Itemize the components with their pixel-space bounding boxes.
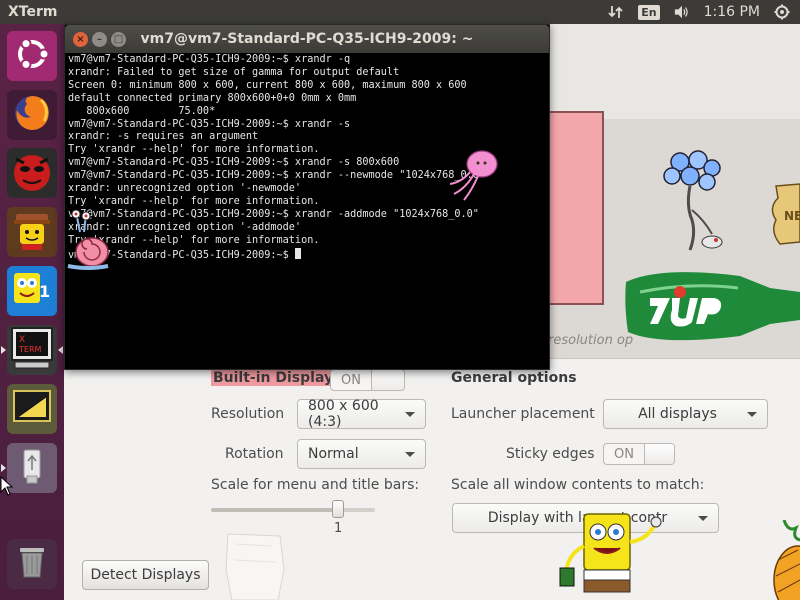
terminal-line: xrandr: Failed to get size of gamma for … (68, 66, 400, 78)
usb-icon (12, 446, 52, 490)
terminal-titlebar[interactable]: × – □ vm7@vm7-Standard-PC-Q35-ICH9-2009:… (65, 25, 549, 53)
resolution-dropdown[interactable]: 800 x 600 (4:3) (297, 398, 426, 430)
jellyfish-image (446, 148, 500, 206)
resolution-value: 800 x 600 (4:3) (308, 398, 379, 430)
scale-slider-fill (211, 508, 338, 512)
panel-indicators: En 1:16 PM (608, 4, 800, 20)
terminal-line: vm7@vm7-Standard-PC-Q35-ICH9-2009:~$ xra… (68, 118, 351, 130)
ubuntu-logo-icon (12, 34, 52, 78)
scale-label: Scale for menu and title bars: (211, 477, 420, 493)
svg-text:1: 1 (39, 282, 50, 301)
launcher-item-app-lego[interactable] (7, 207, 57, 257)
chevron-down-icon (405, 411, 415, 417)
running-indicator (1, 346, 6, 354)
chevron-down-icon (747, 411, 757, 417)
terminal-line: 800x600 75.00* (68, 105, 216, 117)
mouse-pointer-icon (0, 475, 14, 500)
launcher-placement-value: All displays (638, 406, 717, 422)
top-panel: XTerm En 1:16 PM (0, 0, 800, 24)
launcher-item-trash[interactable] (7, 539, 57, 589)
terminal-line: Screen 0: minimum 800 x 600, current 800… (68, 79, 467, 91)
launcher-item-app-ruler[interactable] (7, 384, 57, 434)
svg-text:X: X (19, 335, 25, 345)
launcher-item-ubuntu-dash[interactable] (7, 31, 57, 81)
red-face-icon (10, 149, 54, 197)
terminal-cursor (294, 247, 301, 259)
terminal-line: xrandr: -s requires an argument (68, 131, 259, 143)
general-options-heading: General options (451, 370, 577, 386)
set-square-icon (10, 385, 54, 433)
terminal-line: vm7@vm7-Standard-PC-Q35-ICH9-2009:~$ xra… (68, 54, 351, 65)
resolution-label: Resolution (211, 406, 285, 422)
clock[interactable]: 1:16 PM (704, 4, 760, 20)
sticky-edges-toggle[interactable]: ON (603, 443, 675, 465)
launcher-item-xterm[interactable]: X TERM (7, 325, 57, 375)
scale-all-label: Scale all window contents to match: (451, 477, 705, 493)
chevron-down-icon (405, 451, 415, 457)
xterm-icon: X TERM (9, 325, 55, 375)
sticky-edges-label: Sticky edges (506, 446, 595, 462)
rotation-value: Normal (308, 446, 359, 462)
cartoon-sign-image: NE (766, 182, 800, 250)
scale-slider-handle[interactable] (332, 500, 344, 518)
gary-snail-image (66, 209, 110, 276)
launcher: 1 X TERM (0, 24, 64, 600)
blue-bubbles-character-image (660, 150, 730, 269)
trash-icon (12, 542, 52, 586)
scale-value: 1 (334, 521, 343, 536)
spongebob-image (556, 512, 666, 600)
pineapple-house-image (770, 519, 800, 600)
running-indicator-usb (1, 464, 6, 472)
volume-icon[interactable] (674, 4, 690, 20)
sticky-edges-state: ON (604, 444, 645, 464)
white-figure-outline-image (222, 530, 288, 600)
network-updown-icon[interactable] (608, 4, 624, 20)
terminal-line: xrandr: unrecognized option '-addmode' (68, 221, 302, 233)
close-icon[interactable]: × (73, 31, 88, 47)
builtin-toggle-state: ON (331, 370, 372, 390)
terminal-line: vm7@vm7-Standard-PC-Q35-ICH9-2009:~$ xra… (68, 208, 479, 220)
toggle-knob (644, 444, 674, 464)
terminal-line: Try 'xrandr --help' for more information… (68, 234, 320, 246)
builtin-display-toggle[interactable]: ON (330, 369, 405, 391)
launcher-placement-label: Launcher placement (451, 406, 595, 422)
launcher-item-app-spongebob[interactable]: 1 (7, 266, 57, 316)
minimize-icon[interactable]: – (92, 31, 107, 47)
launcher-placement-dropdown[interactable]: All displays (603, 399, 768, 429)
svg-text:TERM: TERM (18, 345, 42, 354)
launcher-item-usb-drive[interactable] (7, 443, 57, 493)
terminal-title: vm7@vm7-Standard-PC-Q35-ICH9-2009: ~ (140, 31, 474, 47)
focused-indicator (58, 346, 63, 354)
toggle-knob (371, 370, 404, 390)
maximize-icon[interactable]: □ (111, 31, 126, 47)
builtin-display-label: Built-in Display (211, 370, 336, 386)
detect-displays-button[interactable]: Detect Displays (82, 560, 209, 590)
launcher-item-firefox[interactable] (7, 90, 57, 140)
power-gear-icon[interactable] (774, 4, 790, 20)
firefox-icon (11, 92, 53, 138)
keyboard-language-indicator[interactable]: En (638, 4, 660, 20)
active-app-title: XTerm (8, 4, 58, 20)
lego-figure-icon (10, 208, 54, 256)
launcher-item-app-red-face[interactable] (7, 148, 57, 198)
chevron-down-icon (698, 515, 708, 521)
terminal-line: default connected primary 800x600+0+0 0m… (68, 92, 357, 104)
rotation-label: Rotation (225, 446, 284, 462)
7up-bottle-image (620, 262, 800, 354)
svg-text:NE: NE (784, 209, 800, 223)
rotation-dropdown[interactable]: Normal (297, 439, 426, 469)
spongebob-icon: 1 (10, 267, 54, 315)
